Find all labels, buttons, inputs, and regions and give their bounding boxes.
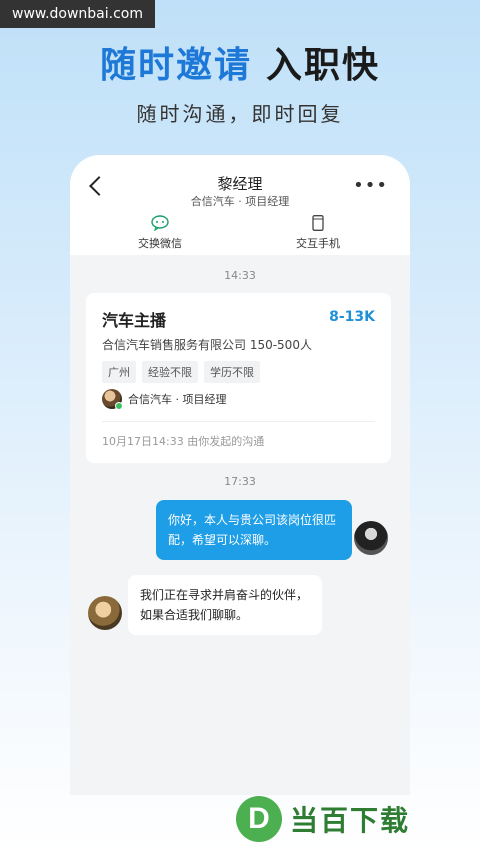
exchange-wechat-button[interactable]: 交换微信 (120, 215, 200, 251)
timestamp: 14:33 (224, 269, 256, 282)
job-card[interactable]: 汽车主播 8-13K 合信汽车销售服务有限公司 150-500人 广州 经验不限… (86, 293, 391, 463)
watermark-site: www.downbai.com (0, 0, 155, 28)
divider (102, 421, 375, 422)
brand-logo-icon: D (236, 796, 282, 842)
my-avatar[interactable] (354, 521, 388, 555)
online-dot-icon (115, 402, 123, 410)
job-title: 汽车主播 (102, 311, 167, 330)
message-sent[interactable]: 你好，本人与贵公司该岗位很匹配，希望可以深聊。 (156, 500, 352, 560)
job-tags: 广州 经验不限 学历不限 (102, 361, 260, 383)
timestamp: 17:33 (224, 475, 256, 488)
chat-bubble-icon (151, 215, 169, 231)
phone-screen: 黎经理 合信汽车 · 项目经理 ••• 交换微信 交互手机 14:33 汽车主播… (70, 155, 410, 795)
headline-dark: 入职快 (266, 45, 381, 86)
recruiter-label: 合信汽车 · 项目经理 (128, 393, 227, 406)
recruiter-info: 合信汽车 · 项目经理 (102, 389, 227, 410)
phone-label: 交互手机 (296, 237, 340, 250)
brand-text: 当百下载 (290, 804, 411, 837)
tag-experience: 经验不限 (142, 361, 198, 383)
headline-blue: 随时邀请 (99, 45, 252, 86)
conversation-origin: 10月17日14:33 由你发起的沟通 (102, 435, 265, 448)
job-company: 合信汽车销售服务有限公司 150-500人 (102, 338, 312, 352)
exchange-phone-button[interactable]: 交互手机 (278, 215, 358, 251)
job-salary: 8-13K (329, 309, 375, 325)
brand-watermark: D 当百下载 (236, 796, 410, 842)
phone-icon (312, 215, 324, 231)
wechat-label: 交换微信 (138, 237, 182, 250)
chat-area[interactable]: 14:33 汽车主播 8-13K 合信汽车销售服务有限公司 150-500人 广… (70, 255, 410, 795)
chat-header: 黎经理 合信汽车 · 项目经理 ••• 交换微信 交互手机 (70, 155, 410, 255)
message-received[interactable]: 我们正在寻求并肩奋斗的伙伴，如果合适我们聊聊。 (128, 575, 322, 635)
hero-headline: 随时邀请 入职快 (0, 36, 480, 88)
recruiter-avatar (102, 389, 123, 410)
recruiter-chat-avatar[interactable] (88, 596, 122, 630)
tag-location: 广州 (102, 361, 136, 383)
tag-education: 学历不限 (204, 361, 260, 383)
hero-subline: 随时沟通，即时回复 (136, 102, 344, 126)
more-icon[interactable]: ••• (353, 175, 388, 196)
